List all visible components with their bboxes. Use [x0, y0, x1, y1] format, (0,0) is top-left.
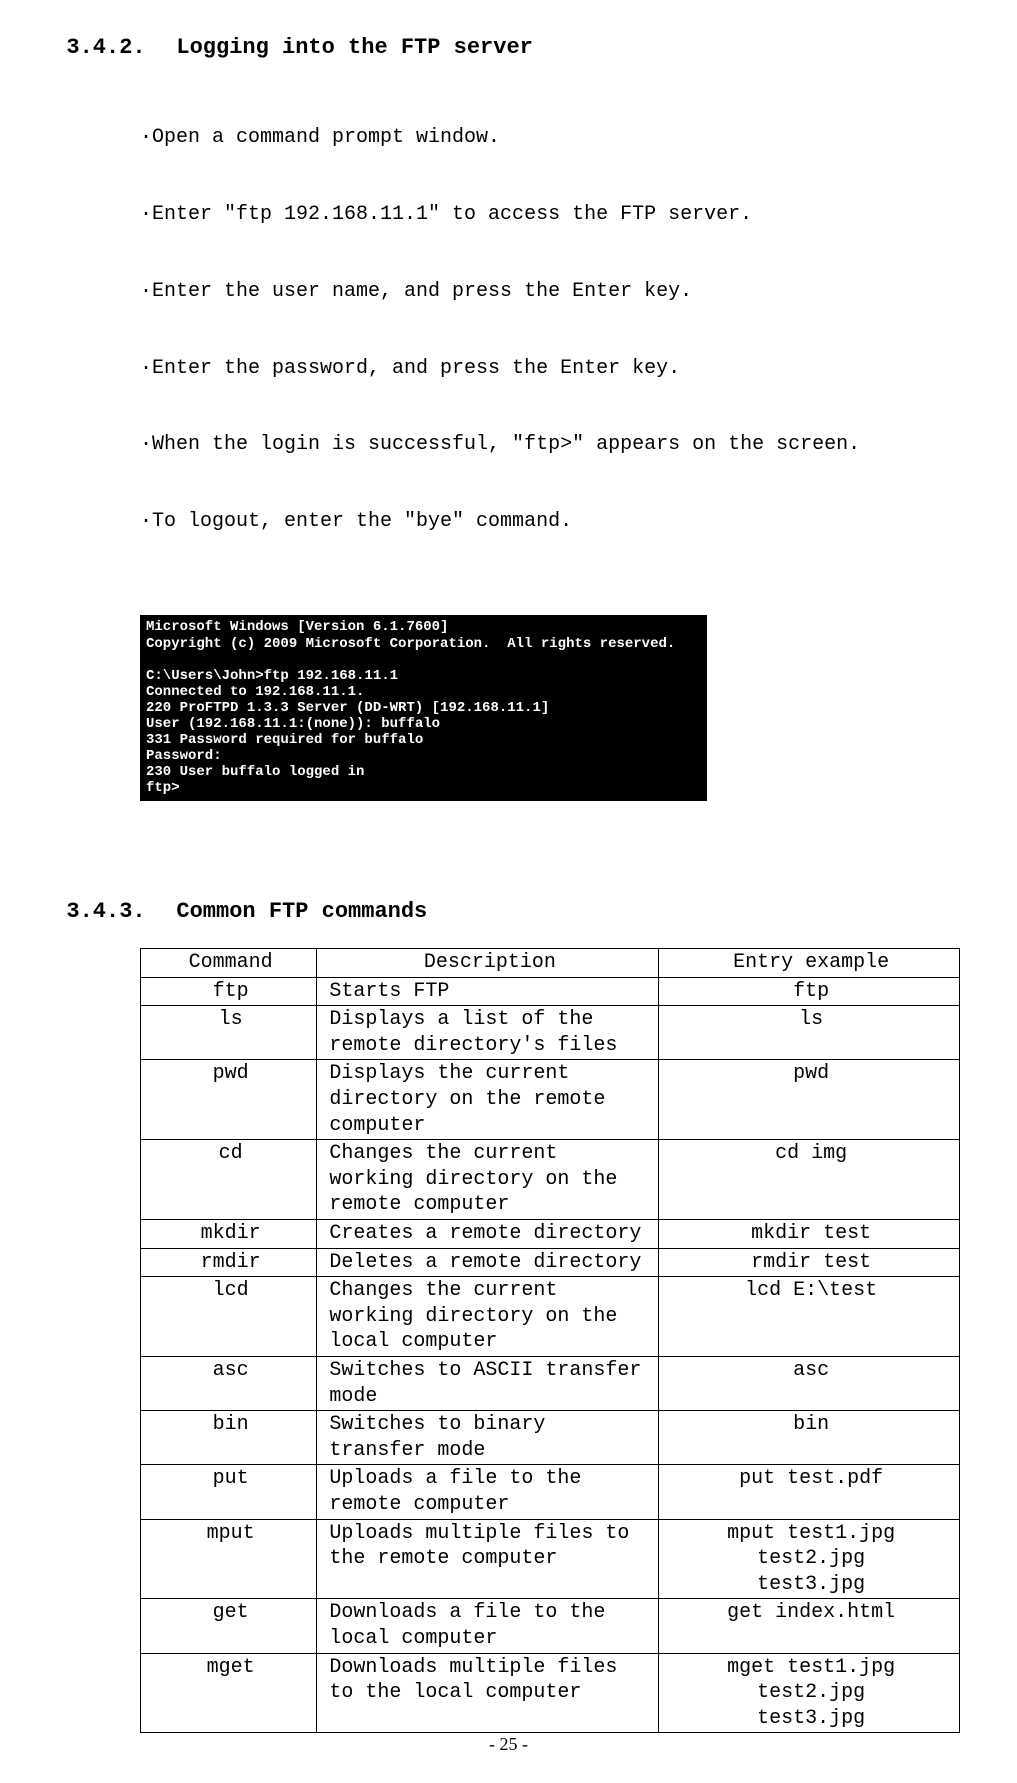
ftp-commands-table: Command Description Entry example ftp St…: [140, 948, 960, 1733]
desc-cell: Changes the current working directory on…: [317, 1140, 659, 1220]
ex-cell: mget test1.jpg test2.jpg test3.jpg: [659, 1653, 960, 1733]
cmd-cell: mkdir: [141, 1220, 317, 1249]
ex-cell: bin: [659, 1411, 960, 1465]
section-342-title: Logging into the FTP server: [176, 35, 532, 60]
ex-cell: ftp: [659, 977, 960, 1006]
table-row: asc Switches to ASCII transfer mode asc: [141, 1357, 960, 1411]
bullet-2: ·Enter "ftp 192.168.11.1" to access the …: [140, 202, 977, 228]
desc-cell: Displays a list of the remote directory'…: [317, 1006, 659, 1060]
desc-cell: Uploads a file to the remote computer: [317, 1465, 659, 1519]
bullet-4: ·Enter the password, and press the Enter…: [140, 356, 977, 382]
header-example: Entry example: [659, 949, 960, 978]
table-row: put Uploads a file to the remote compute…: [141, 1465, 960, 1519]
desc-cell: Downloads multiple files to the local co…: [317, 1653, 659, 1733]
table-row: pwd Displays the current directory on th…: [141, 1060, 960, 1140]
table-row: mput Uploads multiple files to the remot…: [141, 1519, 960, 1599]
desc-cell: Starts FTP: [317, 977, 659, 1006]
table-row: mget Downloads multiple files to the loc…: [141, 1653, 960, 1733]
cmd-cell: ftp: [141, 977, 317, 1006]
cmd-cell: rmdir: [141, 1248, 317, 1277]
ex-cell: put test.pdf: [659, 1465, 960, 1519]
table-row: mkdir Creates a remote directory mkdir t…: [141, 1220, 960, 1249]
ex-cell: get index.html: [659, 1599, 960, 1653]
header-command: Command: [141, 949, 317, 978]
header-description: Description: [317, 949, 659, 978]
table-row: ftp Starts FTP ftp: [141, 977, 960, 1006]
bullet-6: ·To logout, enter the "bye" command.: [140, 509, 977, 535]
table-row: bin Switches to binary transfer mode bin: [141, 1411, 960, 1465]
cmd-cell: bin: [141, 1411, 317, 1465]
desc-cell: Switches to ASCII transfer mode: [317, 1357, 659, 1411]
table-row: ls Displays a list of the remote directo…: [141, 1006, 960, 1060]
table-row: get Downloads a file to the local comput…: [141, 1599, 960, 1653]
ex-cell: mkdir test: [659, 1220, 960, 1249]
section-342-body: ·Open a command prompt window. ·Enter "f…: [140, 74, 977, 826]
desc-cell: Deletes a remote directory: [317, 1248, 659, 1277]
cmd-cell: cd: [141, 1140, 317, 1220]
table-header-row: Command Description Entry example: [141, 949, 960, 978]
ex-cell: mput test1.jpg test2.jpg test3.jpg: [659, 1519, 960, 1599]
table-row: lcd Changes the current working director…: [141, 1277, 960, 1357]
cmd-cell: lcd: [141, 1277, 317, 1357]
bullet-5: ·When the login is successful, "ftp>" ap…: [140, 432, 977, 458]
bullet-3: ·Enter the user name, and press the Ente…: [140, 279, 977, 305]
cmd-cell: ls: [141, 1006, 317, 1060]
ex-cell: ls: [659, 1006, 960, 1060]
section-343-heading: 3.4.3.Common FTP commands: [40, 874, 977, 924]
ex-cell: asc: [659, 1357, 960, 1411]
bullet-1: ·Open a command prompt window.: [140, 125, 977, 151]
desc-cell: Switches to binary transfer mode: [317, 1411, 659, 1465]
cmd-cell: put: [141, 1465, 317, 1519]
terminal-screenshot: Microsoft Windows [Version 6.1.7600] Cop…: [140, 615, 707, 800]
section-343-number: 3.4.3.: [66, 899, 176, 924]
table-row: cd Changes the current working directory…: [141, 1140, 960, 1220]
cmd-cell: pwd: [141, 1060, 317, 1140]
ex-cell: pwd: [659, 1060, 960, 1140]
ex-cell: rmdir test: [659, 1248, 960, 1277]
section-342-number: 3.4.2.: [66, 35, 176, 60]
cmd-cell: asc: [141, 1357, 317, 1411]
table-row: rmdir Deletes a remote directory rmdir t…: [141, 1248, 960, 1277]
desc-cell: Displays the current directory on the re…: [317, 1060, 659, 1140]
cmd-cell: mget: [141, 1653, 317, 1733]
desc-cell: Downloads a file to the local computer: [317, 1599, 659, 1653]
desc-cell: Changes the current working directory on…: [317, 1277, 659, 1357]
section-343-title: Common FTP commands: [176, 899, 427, 924]
desc-cell: Uploads multiple files to the remote com…: [317, 1519, 659, 1599]
cmd-cell: get: [141, 1599, 317, 1653]
desc-cell: Creates a remote directory: [317, 1220, 659, 1249]
ftp-commands-table-wrap: Command Description Entry example ftp St…: [140, 948, 977, 1733]
ex-cell: lcd E:\test: [659, 1277, 960, 1357]
page-number: - 25 -: [0, 1734, 1017, 1755]
cmd-cell: mput: [141, 1519, 317, 1599]
section-342-heading: 3.4.2.Logging into the FTP server: [40, 10, 977, 60]
ex-cell: cd img: [659, 1140, 960, 1220]
